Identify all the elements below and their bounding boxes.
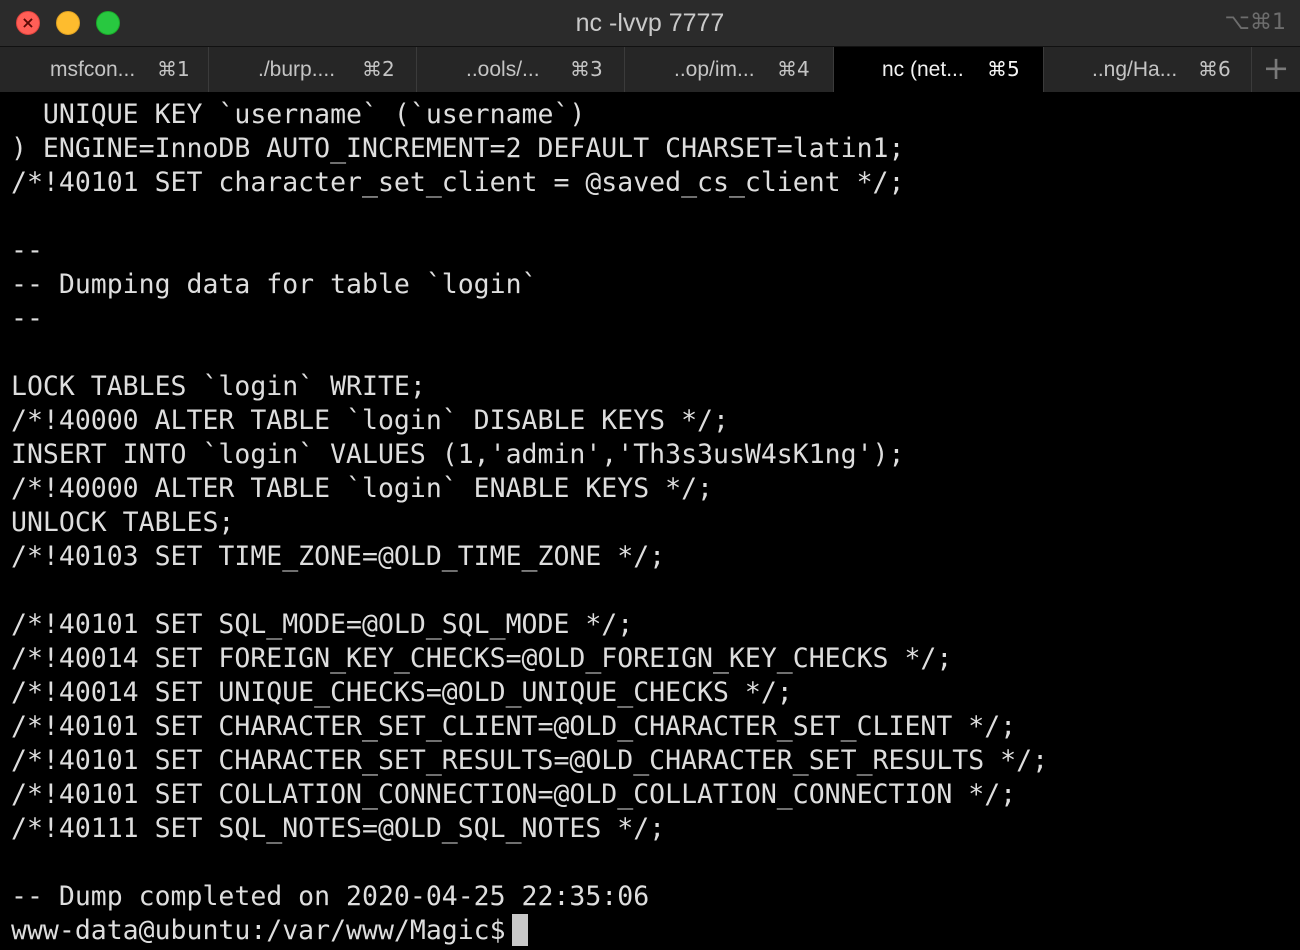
terminal-line: /*!40000 ALTER TABLE `login` ENABLE KEYS… — [11, 473, 713, 504]
tab-3[interactable]: ..ools/... ⌘3 — [417, 47, 625, 92]
tab-shortcut: ⌘2 — [362, 57, 395, 81]
tab-label: ..ools/... — [466, 58, 540, 81]
tab-1[interactable]: msfcon... ⌘1 — [0, 47, 209, 92]
shell-prompt: www-data@ubuntu:/var/www/Magic$ — [11, 915, 506, 946]
terminal-line: UNLOCK TABLES; — [11, 507, 235, 538]
text-cursor — [511, 914, 528, 946]
title-bar: × nc -lvvp 7777 ⌥⌘1 — [0, 0, 1300, 46]
plus-icon: + — [1262, 49, 1290, 87]
terminal-line: -- Dump completed on 2020-04-25 22:35:06 — [11, 881, 650, 912]
terminal-output[interactable]: UNIQUE KEY `username` (`username`) ) ENG… — [0, 92, 1300, 950]
tab-label: ./burp.... — [258, 58, 336, 81]
terminal-window: × nc -lvvp 7777 ⌥⌘1 msfcon... ⌘1 ./burp.… — [0, 0, 1300, 950]
tab-shortcut: ⌘1 — [157, 57, 190, 81]
terminal-line: /*!40111 SET SQL_NOTES=@OLD_SQL_NOTES */… — [11, 813, 666, 844]
terminal-line: /*!40101 SET CHARACTER_SET_RESULTS=@OLD_… — [11, 745, 1049, 776]
terminal-line: /*!40101 SET CHARACTER_SET_CLIENT=@OLD_C… — [11, 711, 1017, 742]
terminal-line: /*!40101 SET SQL_MODE=@OLD_SQL_MODE */; — [11, 609, 634, 640]
tab-2[interactable]: ./burp.... ⌘2 — [209, 47, 417, 92]
terminal-line: ) ENGINE=InnoDB AUTO_INCREMENT=2 DEFAULT… — [11, 133, 905, 164]
tab-5[interactable]: nc (net... ⌘5 — [834, 47, 1044, 92]
window-title: nc -lvvp 7777 — [575, 9, 725, 37]
terminal-line: -- — [11, 303, 43, 334]
window-shortcut: ⌥⌘1 — [1224, 10, 1286, 35]
tab-shortcut: ⌘4 — [777, 57, 810, 81]
tab-4[interactable]: ..op/im... ⌘4 — [625, 47, 834, 92]
tab-label: ..ng/Ha... — [1092, 58, 1178, 81]
terminal-line: /*!40101 SET COLLATION_CONNECTION=@OLD_C… — [11, 779, 1017, 810]
terminal-line: UNIQUE KEY `username` (`username`) — [11, 99, 586, 130]
tab-label: msfcon... — [50, 58, 136, 81]
tab-shortcut: ⌘5 — [987, 57, 1020, 81]
tab-bar: msfcon... ⌘1 ./burp.... ⌘2 ..ools/... ⌘3… — [0, 46, 1300, 92]
terminal-line: LOCK TABLES `login` WRITE; — [11, 371, 426, 402]
tab-label: ..op/im... — [674, 58, 755, 81]
terminal-line: /*!40014 SET FOREIGN_KEY_CHECKS=@OLD_FOR… — [11, 643, 953, 674]
terminal-line: /*!40101 SET character_set_client = @sav… — [11, 167, 905, 198]
tab-label: nc (net... — [882, 58, 964, 81]
terminal-line: INSERT INTO `login` VALUES (1,'admin','T… — [11, 439, 905, 470]
tab-shortcut: ⌘3 — [570, 57, 603, 81]
shell-prompt-line[interactable]: www-data@ubuntu:/var/www/Magic$ — [11, 914, 528, 948]
terminal-line: /*!40014 SET UNIQUE_CHECKS=@OLD_UNIQUE_C… — [11, 677, 793, 708]
terminal-line: /*!40000 ALTER TABLE `login` DISABLE KEY… — [11, 405, 729, 436]
terminal-line: /*!40103 SET TIME_ZONE=@OLD_TIME_ZONE */… — [11, 541, 666, 572]
terminal-line: -- Dumping data for table `login` — [11, 269, 538, 300]
new-tab-button[interactable]: + — [1252, 47, 1300, 92]
tab-6[interactable]: ..ng/Ha... ⌘6 — [1044, 47, 1252, 92]
terminal-line: -- — [11, 235, 43, 266]
tab-shortcut: ⌘6 — [1198, 57, 1231, 81]
